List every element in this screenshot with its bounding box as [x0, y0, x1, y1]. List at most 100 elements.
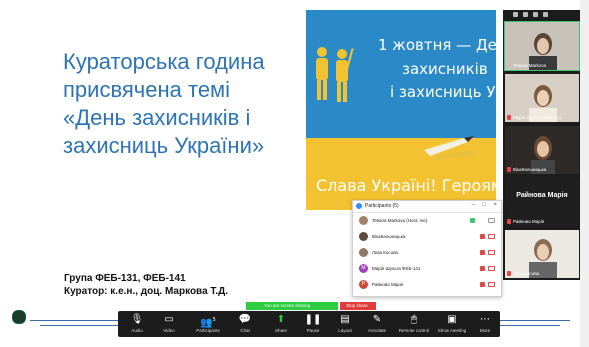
remote-control-icon: 🖱 — [411, 314, 417, 325]
layout-icon: ▤ — [340, 314, 350, 325]
avatar — [359, 248, 368, 257]
pencils-icon — [424, 136, 476, 160]
video-icon[interactable] — [488, 218, 495, 223]
layout-button[interactable]: ▤ Layout — [330, 314, 360, 336]
video-off-icon[interactable] — [488, 234, 495, 239]
gallery-control-icon[interactable] — [523, 12, 528, 17]
show-meeting-button[interactable]: ▣ Show meeting — [434, 314, 470, 336]
slide-title-line: присвячена темі — [63, 77, 231, 102]
close-icon[interactable]: × — [493, 202, 497, 208]
annotate-label: Annotate — [367, 328, 386, 333]
maximize-icon[interactable]: □ — [482, 202, 486, 208]
participant-name: Tetiana Markova — [513, 63, 547, 68]
banner-bottom-text: Слава Україні! Героям — [316, 176, 496, 195]
decorative-line — [30, 320, 120, 321]
share-label: Share — [274, 328, 287, 333]
screen-sharing-label: You are screen sharing — [264, 303, 311, 308]
video-tile[interactable]: Марія Шульга ФЕБ-141 — [505, 74, 579, 122]
video-gallery: Tetiana Markova Марія Шульга ФЕБ-141 Вік… — [503, 10, 581, 280]
more-icon: ⋯ — [480, 314, 490, 325]
banner-line-1: 1 жовтня — Ден — [378, 36, 496, 54]
remote-control-label: Remote control — [398, 328, 430, 333]
participant-row[interactable]: Лиза Косова — [353, 245, 501, 260]
muted-mic-icon — [507, 271, 511, 276]
video-off-icon[interactable] — [488, 282, 495, 287]
stop-share-button[interactable]: Stop share — [340, 302, 376, 310]
pause-icon: ❚❚ — [304, 314, 322, 325]
participant-row[interactable]: M Марія Шульга ФЕБ-141 — [353, 261, 501, 276]
audio-button[interactable]: 🎙 Audio — [122, 314, 152, 336]
screen: Кураторська година присвячена темі «День… — [0, 0, 589, 347]
participant-name: ВікаКальницька — [372, 234, 406, 239]
right-edge — [580, 0, 589, 347]
participant-name: Марія Шульга ФЕБ-141 — [513, 115, 562, 120]
remote-control-button[interactable]: 🖱 Remote control — [396, 314, 432, 336]
slide-title-line: захисниць України» — [63, 133, 265, 158]
curator-label: Куратор: к.е.н., доц. Маркова Т.Д. — [64, 286, 229, 297]
slide-title-line: «День захисників і — [63, 105, 251, 130]
muted-mic-icon[interactable] — [480, 250, 485, 255]
participants-panel-header: Participants (5) – □ × — [353, 201, 501, 213]
participants-button[interactable]: 👥5 Participants — [190, 314, 226, 336]
slide-title: Кураторська година присвячена темі «День… — [63, 48, 303, 160]
video-tile[interactable]: Tetiana Markova — [504, 21, 580, 71]
pause-button[interactable]: ❚❚ Pause — [298, 314, 328, 336]
show-meeting-icon: ▣ — [447, 314, 457, 325]
video-camera-icon: ▭ — [164, 314, 174, 325]
gallery-controls[interactable] — [513, 12, 548, 20]
slide-banner-image: 1 жовтня — Ден захисників і захисниць Ук… — [306, 10, 496, 210]
muted-mic-icon[interactable] — [480, 234, 485, 239]
gallery-control-icon[interactable] — [513, 12, 518, 17]
app-logo-icon — [12, 310, 26, 324]
mic-icon[interactable] — [470, 218, 475, 223]
video-off-icon[interactable] — [488, 266, 495, 271]
zoom-logo-icon — [356, 203, 362, 209]
gallery-control-icon[interactable] — [533, 12, 538, 17]
participants-panel: Participants (5) – □ × Tetiana Markova (… — [352, 200, 502, 297]
avatar — [359, 216, 368, 225]
video-off-icon[interactable] — [488, 250, 495, 255]
show-meeting-label: Show meeting — [437, 328, 467, 333]
muted-mic-icon[interactable] — [480, 266, 485, 271]
participant-row[interactable]: Tetiana Markova (Host, me) — [353, 213, 501, 228]
video-button[interactable]: ▭ Video — [154, 314, 184, 336]
annotate-button[interactable]: ✎ Annotate — [362, 314, 392, 336]
participant-name: Райнова Марія — [372, 282, 404, 287]
avatar: M — [359, 264, 368, 273]
muted-mic-icon — [507, 167, 511, 172]
chat-button[interactable]: 💬 Chat — [230, 314, 260, 336]
participant-name: ВікаКальницька — [513, 167, 547, 172]
video-tile[interactable]: ВікаКальницька — [505, 126, 579, 174]
more-button[interactable]: ⋯ More — [470, 314, 500, 336]
participant-row[interactable]: P Райнова Марія — [353, 277, 501, 292]
stop-share-label: Stop share — [346, 303, 368, 308]
gallery-control-icon[interactable] — [543, 12, 548, 17]
participant-name-placeholder: Райнова Марія — [516, 192, 568, 199]
chat-icon: 💬 — [238, 314, 252, 325]
slide-title-line: Кураторська година — [63, 49, 265, 74]
meeting-toolbar: 🎙 Audio ▭ Video 👥5 Participants 💬 Chat ⬆… — [118, 311, 500, 337]
participants-count: 5 — [212, 317, 216, 323]
participant-name: Марія Шульга ФЕБ-141 — [372, 266, 421, 271]
share-button[interactable]: ⬆ Share — [266, 314, 296, 336]
microphone-icon: 🎙 — [130, 314, 144, 325]
pause-label: Pause — [306, 328, 320, 333]
muted-mic-icon[interactable] — [480, 282, 485, 287]
screen-sharing-status[interactable]: You are screen sharing — [246, 302, 338, 310]
participant-name: Лиза Косова — [513, 271, 540, 276]
video-tile[interactable]: Райнова Марія Райнова Марія — [505, 178, 579, 226]
soldiers-silhouette-icon — [316, 47, 354, 102]
decorative-line — [500, 320, 570, 321]
minimize-icon[interactable]: – — [472, 202, 475, 208]
audio-label: Audio — [131, 328, 143, 333]
banner-line-3: і захисниць Укра — [390, 83, 496, 101]
participant-row[interactable]: ВікаКальницька — [353, 229, 501, 244]
chat-label: Chat — [240, 328, 250, 333]
group-label: Група ФЕБ-131, ФЕБ-141 — [64, 273, 186, 284]
share-screen-icon: ⬆ — [276, 314, 286, 325]
video-label: Video — [163, 328, 175, 333]
participants-panel-title: Participants (5) — [365, 203, 399, 209]
banner-line-2: захисників — [402, 60, 488, 78]
video-tile[interactable]: Лиза Косова — [505, 230, 579, 278]
participant-name: Райнова Марія — [513, 219, 545, 224]
